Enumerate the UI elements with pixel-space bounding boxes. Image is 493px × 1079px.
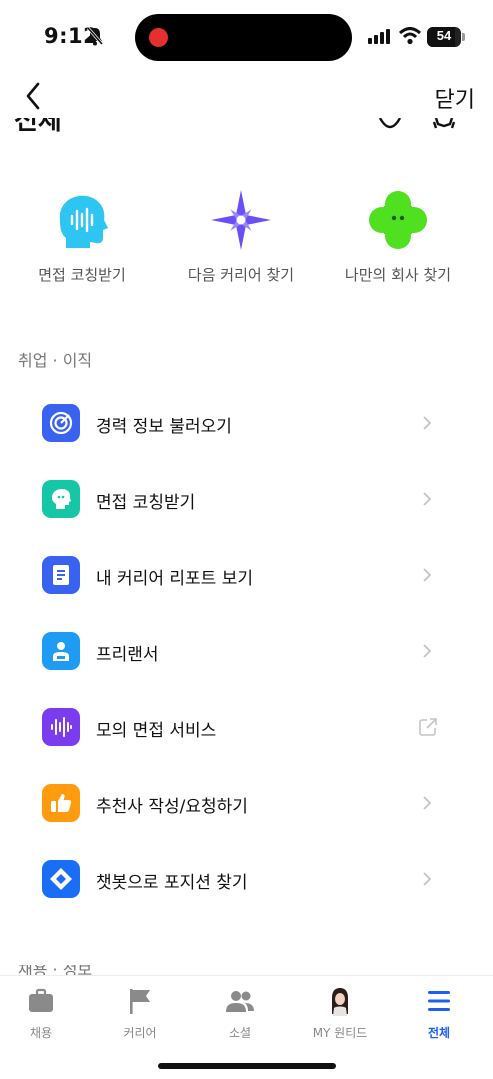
tab-career[interactable]: 커리어	[90, 986, 190, 1041]
tab-label: 소셜	[228, 1026, 252, 1040]
close-button[interactable]: 닫기	[435, 82, 475, 114]
chevron-right-icon	[423, 492, 432, 506]
external-link-icon	[419, 718, 437, 736]
list-item-label: 모의 면접 서비스	[96, 721, 217, 741]
featured-interview-coaching[interactable]: 면접 코칭받기	[2, 190, 162, 285]
section-title: 취업 · 이직	[18, 351, 93, 370]
list-item-interview-coaching[interactable]: 면접 코칭받기	[0, 461, 493, 537]
back-chevron-icon[interactable]	[18, 80, 48, 112]
head-voice-icon	[59, 195, 108, 248]
battery-icon: 54	[427, 27, 461, 47]
list-item-label: 내 커리어 리포트 보기	[96, 569, 253, 589]
soundwave-icon	[42, 708, 80, 746]
briefcase-icon	[29, 988, 53, 1012]
tab-label: MY 원티드	[312, 1026, 368, 1040]
list-item-label: 챗봇으로 포지션 찾기	[96, 873, 248, 893]
list-item-label: 경력 정보 불러오기	[96, 417, 232, 437]
next-section-title-partial: 채용 · 정보	[18, 965, 93, 975]
list-item-mock-interview[interactable]: 모의 면접 서비스	[0, 689, 493, 765]
battery-cap	[462, 33, 465, 41]
header-actions-partial	[378, 118, 456, 129]
thumbs-up-icon	[42, 784, 80, 822]
person-laptop-icon	[42, 632, 80, 670]
list-item-recommendation[interactable]: 추천사 작성/요청하기	[0, 765, 493, 841]
featured-label: 면접 코칭받기	[38, 266, 126, 284]
home-indicator	[158, 1063, 336, 1069]
chevron-right-icon	[423, 872, 432, 886]
dynamic-island	[135, 14, 352, 61]
featured-label: 다음 커리어 찾기	[187, 266, 295, 284]
recording-dot-icon	[149, 28, 168, 47]
document-icon	[42, 556, 80, 594]
flag-icon	[130, 989, 150, 1014]
featured-my-company[interactable]: 나만의 회사 찾기	[318, 190, 478, 285]
compass-star-icon	[211, 190, 271, 250]
tab-label: 전체	[427, 1026, 451, 1040]
menu-icon	[428, 991, 450, 1011]
list-item-career-report[interactable]: 내 커리어 리포트 보기	[0, 537, 493, 613]
menu-list: 경력 정보 불러오기 면접 코칭받기 내 커리어 리포트 보기 프리랜서 모의 …	[0, 385, 493, 917]
featured-label: 나만의 회사 찾기	[344, 266, 452, 284]
cellular-signal-icon	[368, 29, 390, 44]
list-item-label: 추천사 작성/요청하기	[96, 797, 248, 817]
chevron-right-icon	[423, 416, 432, 430]
tab-my-wanted[interactable]: MY 원티드	[290, 986, 390, 1041]
chevron-right-icon	[423, 796, 432, 810]
list-item-freelancer[interactable]: 프리랜서	[0, 613, 493, 689]
clover-icon	[369, 191, 427, 249]
featured-shortcuts: 면접 코칭받기 다음 커리어 찾기 나만의 회사 찾기	[0, 190, 493, 290]
tab-label: 채용	[29, 1026, 53, 1040]
list-item-career-import[interactable]: 경력 정보 불러오기	[0, 385, 493, 461]
tab-all[interactable]: 전체	[389, 986, 489, 1041]
chevron-right-icon	[423, 568, 432, 582]
target-icon	[42, 404, 80, 442]
list-item-label: 면접 코칭받기	[96, 493, 196, 513]
battery-percent: 54	[436, 28, 452, 43]
tab-jobs[interactable]: 채용	[0, 986, 91, 1041]
list-item-chatbot-position[interactable]: 챗봇으로 포지션 찾기	[0, 841, 493, 917]
page-title-partial: 전체	[14, 118, 74, 132]
speech-head-icon	[42, 480, 80, 518]
wifi-icon	[399, 27, 421, 45]
tab-social[interactable]: 소셜	[190, 986, 290, 1041]
chevron-right-icon	[423, 644, 432, 658]
diamond-bot-icon	[42, 860, 80, 898]
list-item-label: 프리랜서	[96, 645, 159, 665]
tab-label: 커리어	[123, 1026, 157, 1040]
people-icon	[226, 991, 254, 1012]
bell-muted-icon	[86, 27, 104, 46]
status-bar: 9:12 54	[0, 0, 493, 76]
avatar-icon	[332, 988, 348, 1016]
featured-next-career[interactable]: 다음 커리어 찾기	[161, 190, 321, 285]
